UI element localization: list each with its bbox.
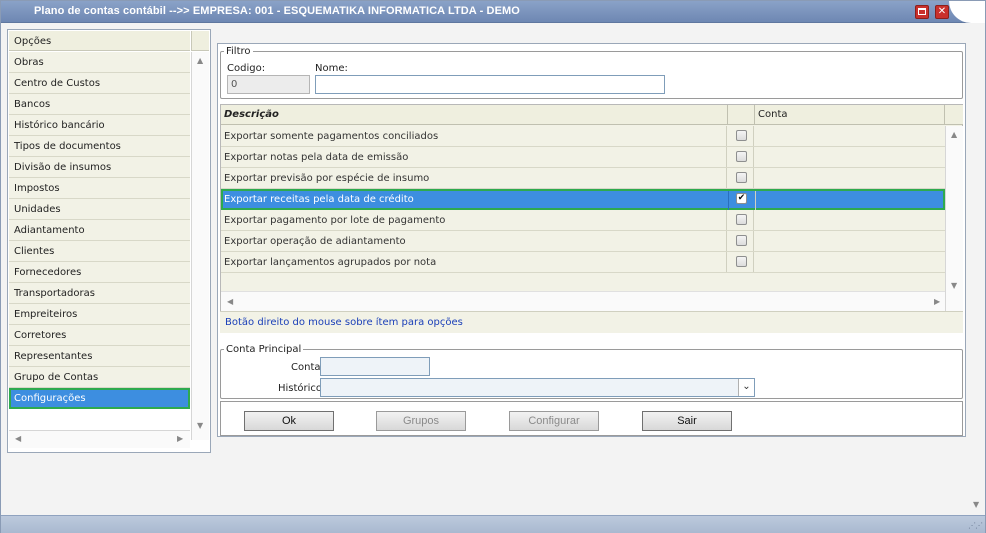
options-vertical-scrollbar[interactable]: ▲ ▼: [191, 52, 209, 440]
option-item[interactable]: Bancos: [9, 94, 190, 115]
option-item[interactable]: Impostos: [9, 178, 190, 199]
main-window: Plano de contas contábil -->> EMPRESA: 0…: [0, 0, 986, 533]
row-conta[interactable]: [755, 231, 945, 251]
close-icon[interactable]: ✕: [935, 5, 949, 19]
row-check-cell: [728, 126, 754, 146]
scroll-right-icon[interactable]: ▶: [177, 435, 183, 443]
conta-label: Conta:: [291, 362, 324, 373]
conta-field[interactable]: [320, 357, 430, 376]
option-item[interactable]: Transportadoras: [9, 283, 190, 304]
row-check-cell: ✔: [730, 191, 756, 211]
table-row[interactable]: Exportar previsão por espécie de insumo: [221, 168, 945, 189]
scroll-up-icon[interactable]: ▲: [197, 57, 203, 65]
table-row[interactable]: Exportar pagamento por lote de pagamento: [221, 210, 945, 231]
chevron-down-icon[interactable]: ⌄: [738, 379, 754, 396]
row-checkbox[interactable]: [736, 235, 747, 246]
row-checkbox[interactable]: [736, 256, 747, 267]
resize-grip-icon[interactable]: ⋰⋰: [968, 521, 983, 530]
row-checkbox[interactable]: [736, 151, 747, 162]
row-descricao: Exportar somente pagamentos conciliados: [221, 126, 727, 146]
row-descricao: Exportar pagamento por lote de pagamento: [221, 210, 727, 230]
column-header-descricao[interactable]: Descrição: [221, 105, 728, 125]
option-item[interactable]: Corretores: [9, 325, 190, 346]
scroll-down-icon[interactable]: ▼: [197, 422, 203, 430]
option-item[interactable]: Grupo de Contas: [9, 367, 190, 388]
sair-button[interactable]: Sair: [642, 411, 732, 431]
row-checkbox[interactable]: [736, 130, 747, 141]
codigo-label: Codigo:: [227, 63, 266, 74]
scroll-left-icon[interactable]: ◀: [15, 435, 21, 443]
row-check-cell: [728, 252, 754, 272]
scroll-down-icon[interactable]: ▼: [973, 501, 979, 509]
option-item[interactable]: Configurações: [9, 388, 190, 409]
table-row[interactable]: Exportar operação de adiantamento: [221, 231, 945, 252]
row-conta[interactable]: [755, 252, 945, 272]
table-row[interactable]: Exportar lançamentos agrupados por nota: [221, 252, 945, 273]
options-horizontal-scrollbar[interactable]: ◀ ▶: [9, 430, 190, 448]
codigo-field[interactable]: 0: [227, 75, 310, 94]
column-header-check[interactable]: [728, 105, 755, 125]
title-bar: Plano de contas contábil -->> EMPRESA: 0…: [1, 1, 985, 23]
options-header: Opções: [9, 31, 190, 51]
option-item[interactable]: Centro de Custos: [9, 73, 190, 94]
nome-field[interactable]: [315, 75, 665, 94]
row-checkbox[interactable]: [736, 172, 747, 183]
option-item[interactable]: Tipos de documentos: [9, 136, 190, 157]
row-check-cell: [728, 168, 754, 188]
row-descricao: Exportar receitas pela data de crédito: [223, 191, 729, 211]
row-conta[interactable]: [755, 126, 945, 146]
window-vertical-scrollbar[interactable]: ▼: [970, 29, 984, 513]
historico-select[interactable]: ⌄: [320, 378, 755, 397]
row-conta[interactable]: [755, 168, 945, 188]
grupos-button[interactable]: Grupos: [376, 411, 466, 431]
option-item[interactable]: Obras: [9, 52, 190, 73]
option-item[interactable]: Histórico bancário: [9, 115, 190, 136]
row-checkbox[interactable]: ✔: [736, 193, 747, 204]
row-descricao: Exportar notas pela data de emissão: [221, 147, 727, 167]
table-row[interactable]: Exportar somente pagamentos conciliados: [221, 126, 945, 147]
conta-principal-legend: Conta Principal: [226, 344, 302, 355]
option-item[interactable]: Fornecedores: [9, 262, 190, 283]
scroll-right-icon[interactable]: ▶: [934, 298, 940, 306]
row-descricao: Exportar previsão por espécie de insumo: [221, 168, 727, 188]
row-conta[interactable]: [757, 191, 947, 211]
window-title: Plano de contas contábil -->> EMPRESA: 0…: [34, 5, 520, 17]
maximize-icon[interactable]: [915, 5, 929, 19]
ok-button[interactable]: Ok: [244, 411, 334, 431]
row-check-cell: [728, 231, 754, 251]
options-panel: Opções Obras Centro de Custos Bancos Histór…: [7, 29, 211, 453]
row-check-cell: [728, 147, 754, 167]
option-item[interactable]: Unidades: [9, 199, 190, 220]
row-check-cell: [728, 210, 754, 230]
column-header-conta[interactable]: Conta: [755, 105, 945, 125]
historico-label: Histórico:: [278, 383, 326, 394]
option-item[interactable]: Empreiteiros: [9, 304, 190, 325]
config-grid: Descrição Conta Exportar somente pagamen…: [220, 104, 963, 333]
nome-label: Nome:: [315, 63, 348, 74]
filtro-legend: Filtro: [226, 46, 251, 57]
grid-horizontal-scrollbar[interactable]: ◀ ▶: [221, 291, 945, 311]
configurar-button[interactable]: Configurar: [509, 411, 599, 431]
scroll-up-icon[interactable]: ▲: [951, 131, 957, 139]
table-row[interactable]: Exportar notas pela data de emissão: [221, 147, 945, 168]
scroll-down-icon[interactable]: ▼: [951, 282, 957, 290]
grid-vertical-scrollbar[interactable]: ▲ ▼: [945, 126, 963, 312]
row-conta[interactable]: [755, 210, 945, 230]
row-checkbox[interactable]: [736, 214, 747, 225]
row-conta[interactable]: [755, 147, 945, 167]
table-row[interactable]: Exportar receitas pela data de crédito ✔: [221, 189, 947, 211]
option-item[interactable]: Divisão de insumos: [9, 157, 190, 178]
scroll-left-icon[interactable]: ◀: [227, 298, 233, 306]
status-bar: ⋰⋰: [1, 515, 985, 533]
row-descricao: Exportar operação de adiantamento: [221, 231, 727, 251]
row-descricao: Exportar lançamentos agrupados por nota: [221, 252, 727, 272]
option-item[interactable]: Representantes: [9, 346, 190, 367]
context-menu-hint: Botão direito do mouse sobre ítem para o…: [220, 311, 963, 333]
option-item[interactable]: Clientes: [9, 241, 190, 262]
option-item[interactable]: Adiantamento: [9, 220, 190, 241]
